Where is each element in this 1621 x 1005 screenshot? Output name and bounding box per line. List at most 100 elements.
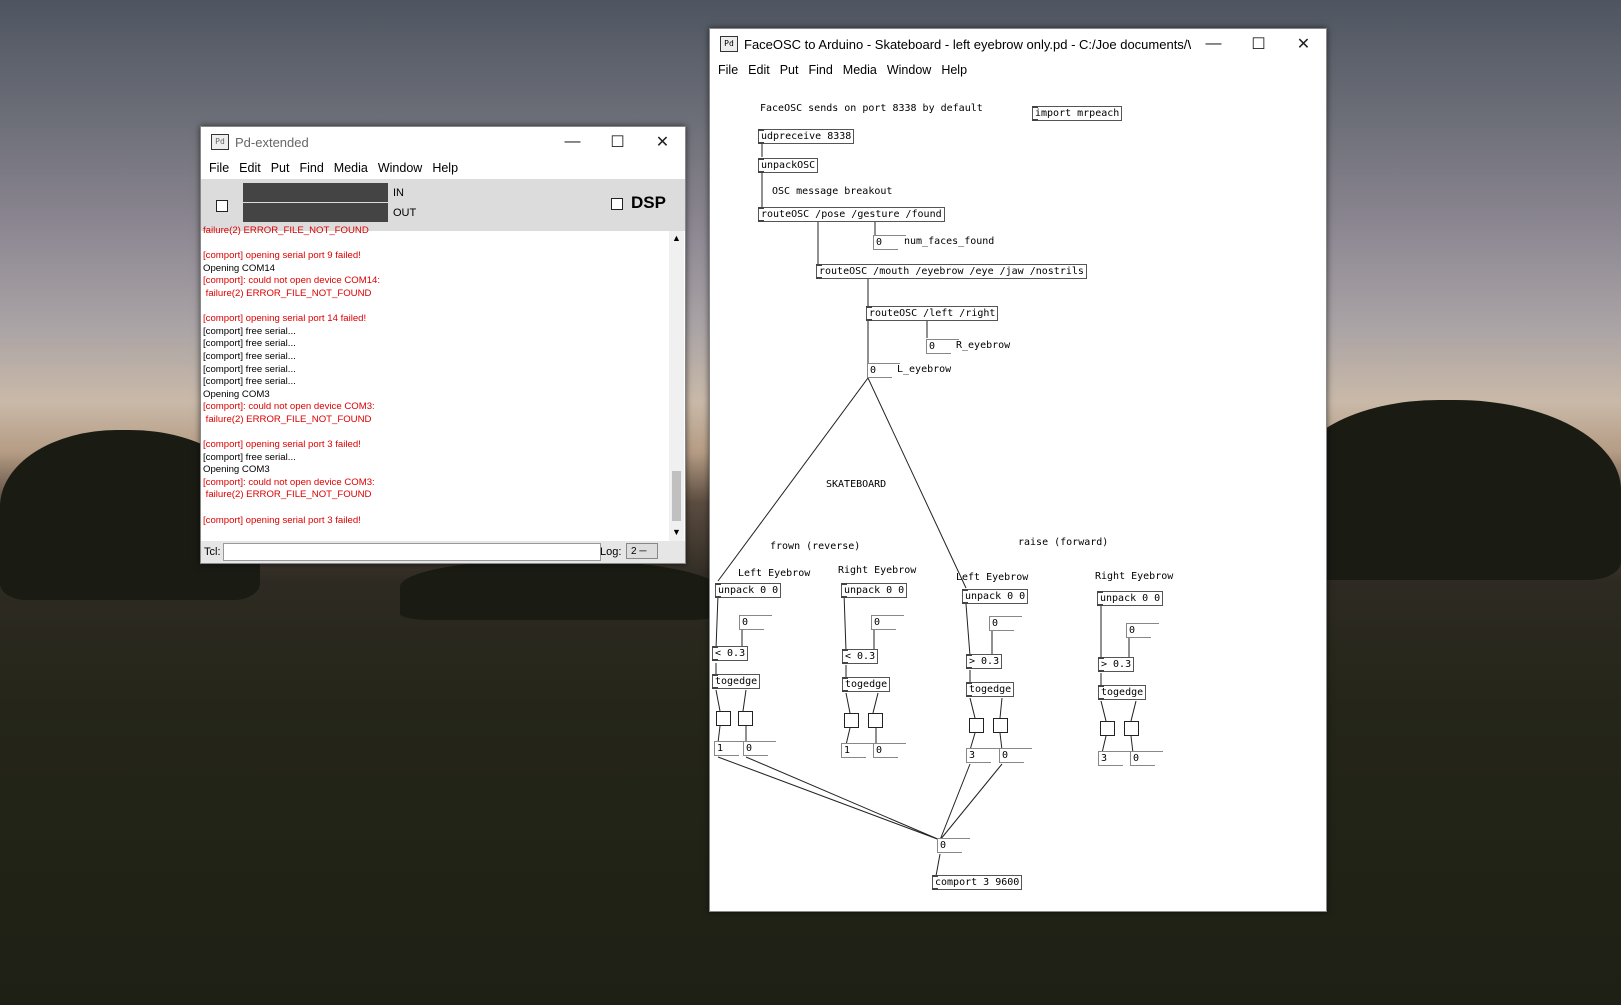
message-box[interactable]: 1 (841, 743, 874, 759)
number-box[interactable]: 0 (739, 615, 772, 631)
object-togedge[interactable]: togedge (842, 677, 891, 692)
message-box[interactable]: 0 (1130, 751, 1163, 767)
menu-file[interactable]: File (718, 63, 738, 77)
message-box[interactable]: 1 (714, 741, 747, 757)
menu-window[interactable]: Window (378, 161, 422, 175)
toggle-box[interactable] (969, 718, 984, 733)
toggle-box[interactable] (993, 718, 1008, 733)
comment-frown: frown (reverse) (770, 541, 861, 552)
number-box[interactable]: 0 (989, 616, 1022, 632)
menu-help[interactable]: Help (432, 161, 458, 175)
close-icon[interactable]: ✕ (640, 132, 685, 152)
number-r-eyebrow[interactable]: 0 (926, 339, 959, 355)
scroll-down-icon[interactable]: ▼ (672, 527, 681, 537)
object-udpreceive[interactable]: udpreceive 8338 (758, 129, 855, 144)
dsp-checkbox[interactable] (611, 198, 623, 210)
menu-edit[interactable]: Edit (748, 63, 770, 77)
minimize-icon[interactable]: — (550, 133, 595, 151)
log-line: [comport]: could not open device COM3: (203, 401, 375, 413)
object-comport[interactable]: comport 3 9600 (932, 875, 1023, 890)
toggle-box[interactable] (716, 711, 731, 726)
toggle-box[interactable] (844, 713, 859, 728)
comment-faceosc: FaceOSC sends on port 8338 by default (760, 103, 983, 114)
meter-in-label: IN (393, 187, 404, 199)
menu-window[interactable]: Window (887, 63, 931, 77)
maximize-icon[interactable]: ☐ (1236, 34, 1281, 54)
toggle-box[interactable] (868, 713, 883, 728)
pd-console-titlebar[interactable]: Pd Pd-extended — ☐ ✕ (201, 127, 685, 157)
object-unpack[interactable]: unpack 0 0 (1097, 591, 1164, 606)
tree-silhouette (1290, 400, 1621, 580)
object-compare[interactable]: < 0.3 (712, 646, 749, 661)
message-box[interactable]: 3 (966, 748, 999, 764)
object-compare[interactable]: < 0.3 (842, 649, 879, 664)
maximize-icon[interactable]: ☐ (595, 132, 640, 152)
menu-edit[interactable]: Edit (239, 161, 261, 175)
menu-put[interactable]: Put (271, 161, 290, 175)
menu-find[interactable]: Find (299, 161, 323, 175)
toggle-box[interactable] (1100, 721, 1115, 736)
number-l-eyebrow[interactable]: 0 (867, 363, 900, 379)
log-line: [comport] free serial... (203, 338, 296, 350)
object-unpack[interactable]: unpack 0 0 (962, 589, 1029, 604)
object-compare[interactable]: > 0.3 (1098, 657, 1135, 672)
menu-find[interactable]: Find (808, 63, 832, 77)
patch-window[interactable]: Pd FaceOSC to Arduino - Skateboard - lef… (709, 28, 1327, 912)
object-unpack[interactable]: unpack 0 0 (841, 583, 908, 598)
log-line: [comport]: could not open device COM3: (203, 476, 375, 488)
close-icon[interactable]: ✕ (1281, 34, 1326, 54)
log-level-select[interactable]: 2 ─ (626, 543, 658, 559)
toggle-box[interactable] (738, 711, 753, 726)
pd-app-icon: Pd (720, 36, 738, 52)
log-line: [comport] opening serial port 3 failed! (203, 439, 361, 451)
scrollbar-thumb[interactable] (672, 471, 681, 521)
comment-skateboard: SKATEBOARD (826, 479, 887, 490)
number-box[interactable]: 0 (871, 615, 904, 631)
message-box[interactable]: 0 (873, 743, 906, 759)
log-line: [comport]: could not open device COM14: (203, 275, 381, 287)
menu-media[interactable]: Media (843, 63, 877, 77)
audio-checkbox[interactable] (216, 200, 228, 212)
number-box[interactable]: 0 (1126, 623, 1159, 639)
object-compare[interactable]: > 0.3 (966, 654, 1003, 669)
object-route-face-parts[interactable]: routeOSC /mouth /eyebrow /eye /jaw /nost… (816, 264, 1087, 279)
object-togedge[interactable]: togedge (712, 674, 761, 689)
patch-menubar: File Edit Put Find Media Window Help (710, 59, 1326, 81)
menu-help[interactable]: Help (941, 63, 967, 77)
console-scrollbar[interactable]: ▲ ▼ (669, 231, 684, 541)
log-level-value: 2 (631, 546, 637, 557)
menu-file[interactable]: File (209, 161, 229, 175)
tcl-input[interactable] (223, 543, 601, 561)
patch-canvas[interactable]: FaceOSC sends on port 8338 by default im… (710, 81, 1326, 911)
log-line: [comport] opening serial port 3 failed! (203, 514, 361, 526)
toggle-box[interactable] (1124, 721, 1139, 736)
message-box[interactable]: 0 (999, 748, 1032, 764)
object-import[interactable]: import mrpeach (1032, 106, 1123, 121)
object-unpack[interactable]: unpack 0 0 (715, 583, 782, 598)
minimize-icon[interactable]: — (1191, 35, 1236, 53)
menu-media[interactable]: Media (334, 161, 368, 175)
message-box[interactable]: 0 (743, 741, 776, 757)
object-route-pose[interactable]: routeOSC /pose /gesture /found (758, 207, 945, 222)
log-line: [comport] free serial... (203, 376, 296, 388)
comment-osc-breakout: OSC message breakout (772, 186, 893, 197)
menu-put[interactable]: Put (780, 63, 799, 77)
pd-console-window[interactable]: Pd Pd-extended — ☐ ✕ File Edit Put Find … (200, 126, 686, 564)
number-final[interactable]: 0 (937, 838, 970, 854)
log-line: Opening COM3 (203, 464, 270, 476)
log-line: [comport] free serial... (203, 325, 296, 337)
tcl-label: Tcl: (204, 546, 221, 558)
log-line: failure(2) ERROR_FILE_NOT_FOUND (203, 287, 372, 299)
object-togedge[interactable]: togedge (966, 682, 1015, 697)
message-box[interactable]: 3 (1098, 751, 1131, 767)
object-unpackosc[interactable]: unpackOSC (758, 158, 819, 173)
patch-titlebar[interactable]: Pd FaceOSC to Arduino - Skateboard - lef… (710, 29, 1326, 59)
number-num-faces[interactable]: 0 (873, 235, 906, 251)
scroll-up-icon[interactable]: ▲ (672, 233, 681, 243)
comment-raise: raise (forward) (1018, 537, 1109, 548)
object-togedge[interactable]: togedge (1098, 685, 1147, 700)
patch-title: FaceOSC to Arduino - Skateboard - left e… (744, 36, 1191, 52)
object-route-left-right[interactable]: routeOSC /left /right (866, 306, 999, 321)
